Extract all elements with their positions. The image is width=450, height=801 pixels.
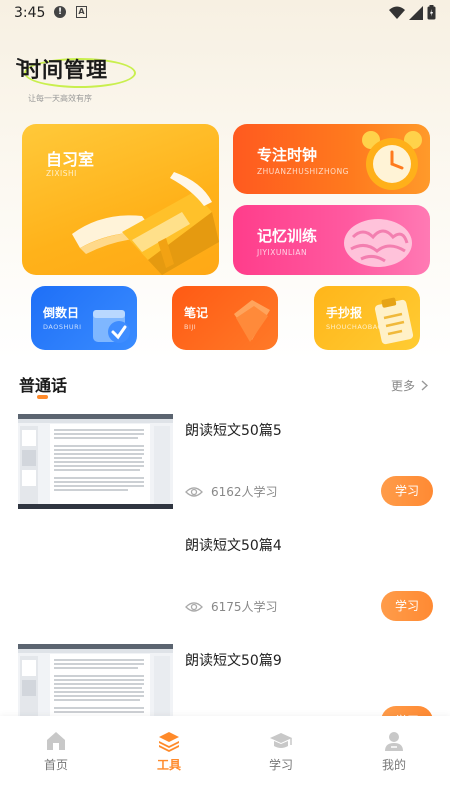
nav-label-home: 首页 bbox=[43, 758, 68, 772]
nav-item-study[interactable]: 学习 bbox=[251, 730, 311, 773]
study-button[interactable]: 学习 bbox=[381, 591, 433, 621]
nav-item-home[interactable]: 首页 bbox=[26, 730, 86, 773]
nav-item-mine[interactable]: 我的 bbox=[364, 730, 424, 773]
card-title: 倒数日 bbox=[43, 306, 80, 320]
battery-icon bbox=[427, 5, 436, 20]
keyboard-a-icon: A bbox=[76, 6, 87, 18]
card-title: 手抄报 bbox=[326, 306, 363, 320]
tool-card-jiyixunlian[interactable]: 记忆训练 JIYIXUNLIAN bbox=[233, 205, 430, 275]
calendar-check-icon bbox=[93, 310, 130, 343]
more-label: 更多 bbox=[391, 379, 416, 393]
item-title: 朗读短文50篇4 bbox=[185, 538, 282, 554]
eye-icon bbox=[185, 601, 203, 612]
alert-icon: ! bbox=[54, 6, 66, 18]
section-title: 普通话 bbox=[19, 376, 68, 395]
card-subtitle: ZHUANZHUSHIZHONG bbox=[257, 167, 349, 176]
tool-card-biji[interactable]: 笔记 BIJI bbox=[172, 286, 278, 350]
tool-card-daoshuri[interactable]: 倒数日 DAOSHURI bbox=[31, 286, 137, 350]
card-title: 专注时钟 bbox=[257, 146, 318, 164]
card-title: 笔记 bbox=[184, 306, 209, 320]
layers-icon bbox=[159, 732, 179, 752]
card-subtitle: DAOSHURI bbox=[43, 323, 82, 331]
notebook-icon bbox=[234, 300, 270, 342]
item-title: 朗读短文50篇5 bbox=[185, 423, 282, 439]
tool-card-shouchaobao[interactable]: 手抄报 SHOUCHAOBAO bbox=[314, 286, 420, 350]
status-bar: 3:45 ! A bbox=[0, 0, 450, 26]
tool-card-zixishi[interactable]: 自习室 ZIXISHI bbox=[22, 124, 219, 275]
eye-icon bbox=[185, 486, 203, 497]
item-views: 6175人学习 bbox=[185, 598, 278, 615]
card-subtitle: JIYIXUNLIAN bbox=[257, 248, 308, 257]
document-thumbnail bbox=[18, 414, 173, 509]
signal-icon bbox=[409, 5, 423, 20]
item-views: 6162人学习 bbox=[185, 483, 278, 500]
nav-label-tools: 工具 bbox=[156, 758, 181, 772]
brain-icon bbox=[344, 219, 412, 267]
status-time: 3:45 bbox=[14, 5, 46, 21]
study-books-icon bbox=[72, 172, 219, 275]
alarm-clock-icon bbox=[362, 131, 422, 190]
more-link[interactable]: 更多 bbox=[391, 377, 429, 394]
graduation-cap-icon bbox=[270, 733, 292, 748]
page-subtitle: 让每一天高效有序 bbox=[28, 94, 92, 103]
tool-card-zhuanzhushizhong[interactable]: 专注时钟 ZHUANZHUSHIZHONG bbox=[233, 124, 430, 194]
item-title: 朗读短文50篇9 bbox=[185, 653, 282, 669]
chevron-right-icon bbox=[421, 380, 429, 391]
bottom-nav: 首页 工具 学习 我的 bbox=[0, 716, 450, 801]
section-underline bbox=[37, 395, 48, 399]
view-count: 6175人学习 bbox=[211, 600, 278, 614]
header: 时间管理 bbox=[16, 54, 136, 88]
card-title: 记忆训练 bbox=[257, 227, 318, 245]
card-subtitle: BIJI bbox=[184, 323, 197, 331]
card-title: 自习室 bbox=[46, 150, 95, 169]
view-count: 6162人学习 bbox=[211, 485, 278, 499]
clipboard-icon bbox=[374, 297, 414, 345]
user-icon bbox=[385, 732, 403, 751]
study-button[interactable]: 学习 bbox=[381, 476, 433, 506]
nav-label-mine: 我的 bbox=[381, 758, 406, 772]
list-item[interactable]: 朗读短文50篇4 6175人学习 学习 bbox=[18, 529, 433, 629]
list-item[interactable]: 朗读短文50篇5 6162人学习 学习 bbox=[18, 414, 433, 514]
nav-item-tools[interactable]: 工具 bbox=[139, 730, 199, 773]
nav-label-study: 学习 bbox=[268, 758, 293, 772]
status-right bbox=[389, 5, 436, 20]
wifi-icon bbox=[389, 6, 405, 19]
home-icon bbox=[47, 732, 65, 750]
page-title: 时间管理 bbox=[20, 58, 108, 82]
